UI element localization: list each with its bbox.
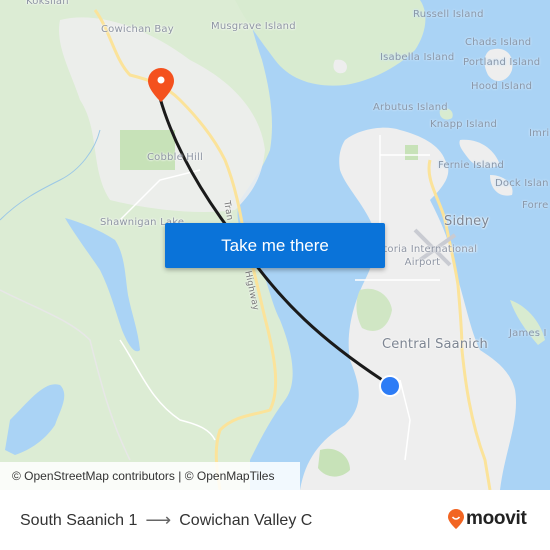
- label-fernie-island: Fernie Island: [438, 160, 505, 171]
- current-location-dot-icon: [379, 375, 401, 397]
- map[interactable]: Koksilah Cowichan Bay Musgrave Island Ru…: [0, 0, 550, 490]
- arrow-right-icon: ⟶: [145, 510, 172, 530]
- label-imrie: Imri: [529, 128, 550, 139]
- map-pin-icon: [148, 68, 174, 102]
- label-portland-island: Portland Island: [463, 57, 541, 68]
- moovit-logo[interactable]: moovit: [448, 508, 527, 530]
- label-central-saanich: Central Saanich: [382, 337, 488, 352]
- label-arbutus-island: Arbutus Island: [373, 102, 448, 113]
- map-attribution[interactable]: © OpenStreetMap contributors | © OpenMap…: [0, 462, 300, 490]
- origin-marker[interactable]: [378, 374, 402, 402]
- label-chads-island: Chads Island: [465, 37, 532, 48]
- label-musgrave-island: Musgrave Island: [211, 21, 296, 32]
- destination-name: Cowichan Valley C: [179, 511, 313, 529]
- label-koksilah: Koksilah: [26, 0, 69, 7]
- label-cowichan-bay: Cowichan Bay: [101, 24, 174, 35]
- moovit-pin-icon: [448, 509, 464, 529]
- label-russell-island: Russell Island: [413, 9, 484, 20]
- origin-name: South Saanich 1: [20, 511, 138, 529]
- take-me-there-button[interactable]: Take me there: [165, 223, 385, 268]
- brand-name: moovit: [466, 508, 527, 529]
- label-knapp-island: Knapp Island: [430, 119, 498, 130]
- label-james-island: James I: [509, 328, 547, 339]
- destination-marker[interactable]: [148, 68, 174, 106]
- label-sidney: Sidney: [444, 214, 490, 229]
- label-cobble-hill: Cobble Hill: [147, 152, 203, 163]
- route-summary: South Saanich 1 ⟶ Cowichan Valley C: [20, 510, 312, 531]
- attribution-text[interactable]: © OpenStreetMap contributors | © OpenMap…: [12, 469, 274, 483]
- label-isabella-island: Isabella Island: [380, 52, 455, 63]
- label-hood-island: Hood Island: [471, 81, 533, 92]
- label-forrest: Forre: [522, 200, 549, 211]
- label-dock-island: Dock Islan: [495, 178, 549, 189]
